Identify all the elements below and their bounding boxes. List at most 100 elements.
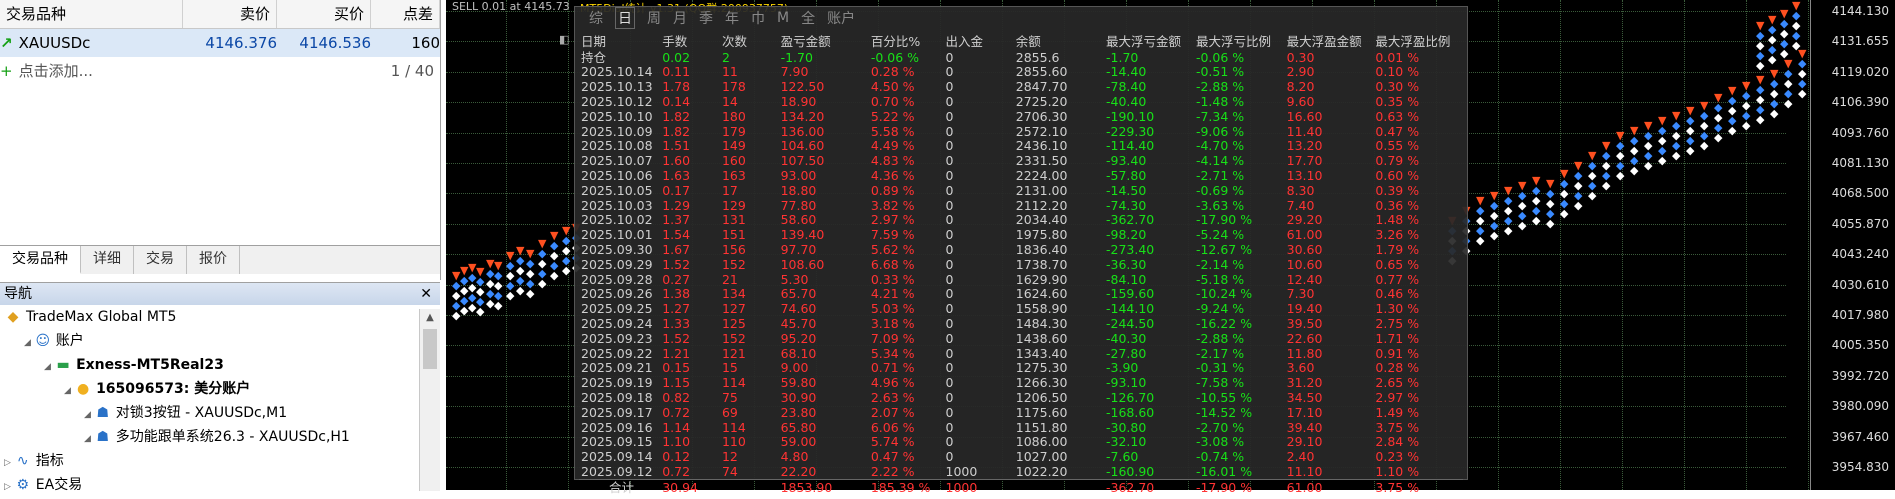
expand-icon[interactable]: ◢ [84,410,94,420]
period-tab[interactable]: 周 [647,8,661,28]
stats-row[interactable]: 2025.09.24 1.33 125 45.70 3.18 % 0 1484.30 -244… [579,317,1463,332]
expand-icon[interactable]: ◢ [64,386,74,396]
stats-cell: -1.48 % [1195,93,1245,109]
stats-row[interactable]: 2025.09.26 1.38 134 65.70 4.21 % 0 1624.60 -159… [579,287,1463,302]
stats-row[interactable]: 2025.10.09 1.82 179 136.00 5.58 % 0 2572.10 -22… [579,124,1463,139]
stats-cell: -273.40 [1106,241,1155,257]
stats-row[interactable]: 2025.09.16 1.14 114 65.80 6.06 % 0 1151.80 -30.… [579,420,1463,435]
stats-cell: 2025.09.16 [581,419,653,435]
stats-row[interactable]: 2025.10.06 1.63 163 93.00 4.36 % 0 2224.00 -57.… [579,169,1463,184]
nav-item[interactable]: ▷ ∿ 指标 [0,449,440,473]
stats-col-header[interactable]: 出入金 [944,31,1014,50]
stats-row[interactable]: 2025.09.19 1.15 114 59.80 4.96 % 0 1266.30 -93.… [579,376,1463,391]
col-spread[interactable]: 点差 [371,0,440,28]
period-tab[interactable]: 账户 [827,8,855,28]
stats-cell: 2572.10 [1015,123,1068,139]
expand-icon[interactable]: ◢ [24,338,34,348]
expand-icon[interactable]: ◢ [84,434,94,444]
stats-row[interactable]: 2025.09.17 0.72 69 23.80 2.07 % 0 1175.60 -168.… [579,405,1463,420]
stats-row[interactable]: 2025.10.02 1.37 131 58.60 2.97 % 0 2034.40 -362… [579,213,1463,228]
stats-row[interactable]: 2025.09.21 0.15 15 9.00 0.71 % 0 1275.30 -3.90 -… [579,361,1463,376]
holding-lots: 0.02 [662,49,691,65]
stats-cell: -9.06 % [1195,123,1245,139]
holding-row[interactable]: 持仓 0.02 2 -1.70 -0.06 % 0 2855.6 -1.70 -0.06 % 0.… [579,50,1463,65]
col-ask[interactable]: 买价 [277,0,371,28]
stats-row[interactable]: 2025.09.23 1.52 152 95.20 7.09 % 0 1438.60 -40.… [579,331,1463,346]
stats-col-header[interactable]: 日期 [579,31,660,50]
tab-ticks[interactable]: 报价 [187,246,240,274]
period-tab[interactable]: 日 [615,7,635,29]
stats-row[interactable]: 2025.09.28 0.27 21 5.30 0.33 % 0 1629.90 -84.10… [579,272,1463,287]
stats-row[interactable]: 2025.09.14 0.12 12 4.80 0.47 % 0 1027.00 -7.60 -… [579,450,1463,465]
scroll-up-icon[interactable]: ▲ [420,309,440,327]
stats-cell: 2025.10.14 [581,64,653,80]
stats-row[interactable]: 2025.10.03 1.29 129 77.80 3.82 % 0 2112.20 -74.… [579,198,1463,213]
stats-cell: 3.60 [1286,360,1315,376]
stats-col-header[interactable]: 百分比% [869,31,944,50]
stats-cell: -84.10 [1106,271,1147,287]
stats-row[interactable]: 2025.10.12 0.14 14 18.90 0.70 % 0 2725.20 -40.4… [579,95,1463,110]
symbol-row[interactable]: ↗ XAUUSDc 4146.376 4146.536 160 [0,29,440,57]
add-symbol-row[interactable]: + 点击添加... 1 / 40 [0,57,440,85]
stats-col-header[interactable]: 最大浮亏金额 [1104,31,1194,50]
period-tab[interactable]: 月 [673,8,687,28]
stats-cell: 1.51 [662,138,691,154]
navigator-scrollbar[interactable]: ▲ [419,309,440,491]
expand-icon[interactable]: ▷ [4,482,14,492]
period-tab[interactable]: 全 [801,8,815,28]
period-tab[interactable]: 年 [725,8,739,28]
stats-cell: -98.20 [1106,227,1147,243]
stats-row[interactable]: 2025.09.12 0.72 74 22.20 2.22 % 1000 1022.20 -1… [579,464,1463,480]
expand-icon[interactable]: ◢ [44,362,54,372]
col-bid[interactable]: 卖价 [183,0,277,28]
stats-row[interactable]: 2025.10.13 1.78 178 122.50 4.50 % 0 2847.70 -78… [579,80,1463,95]
stats-row[interactable]: 2025.10.10 1.82 180 134.20 5.22 % 0 2706.30 -19… [579,109,1463,124]
close-icon[interactable]: ✕ [420,283,432,305]
stats-col-header[interactable]: 最大浮盈金额 [1285,31,1374,50]
trade-marker: ◆ [1630,164,1639,177]
stats-cell: 0 [945,375,954,391]
nav-item[interactable]: ◢ ☺ 账户 [0,329,440,353]
price-axis[interactable]: 4144.130 4131.655 4119.020 4106.390 4093.760… [1810,0,1895,490]
stats-row[interactable]: 2025.09.29 1.52 152 108.60 6.68 % 0 1738.70 -36… [579,257,1463,272]
stats-row[interactable]: 2025.10.08 1.51 149 104.60 4.49 % 0 2436.10 -11… [579,139,1463,154]
nav-item[interactable]: ◢ ☗ 对锁3按钮 - XAUUSDc,M1 [0,401,440,425]
stats-cell: -3.90 [1106,360,1139,376]
nav-item[interactable]: ▷ ⚙ EA交易 [0,473,440,497]
stats-row[interactable]: 2025.09.18 0.82 75 30.90 2.63 % 0 1206.50 -126.… [579,391,1463,406]
nav-item[interactable]: ◢ ☗ 多功能跟单系统26.3 - XAUUSDc,H1 [0,425,440,449]
stats-cell: 1.71 % [1375,330,1420,346]
stats-row[interactable]: 2025.09.25 1.27 127 74.60 5.03 % 0 1558.90 -144… [579,302,1463,317]
period-tab[interactable]: 季 [699,8,713,28]
trade-marker: ◆ [1476,234,1485,247]
nav-item[interactable]: ◆ TradeMax Global MT5 [0,305,440,329]
stats-row[interactable]: 2025.09.15 1.10 110 59.00 5.74 % 0 1086.00 -32.… [579,435,1463,450]
stats-col-header[interactable]: 余额 [1014,31,1104,50]
stats-col-header[interactable]: 最大浮亏比例 [1194,31,1285,50]
tab-trading[interactable]: 交易 [134,246,187,274]
stats-row[interactable]: 2025.10.14 0.11 11 7.90 0.28 % 0 2855.60 -14.40… [579,65,1463,80]
pin-icon[interactable]: ◧ [559,33,569,46]
stats-row[interactable]: 2025.10.07 1.60 160 107.50 4.83 % 0 2331.50 -93… [579,154,1463,169]
stats-col-header[interactable]: 次数 [720,31,779,50]
stats-row[interactable]: 2025.10.01 1.54 151 139.40 7.59 % 0 1975.80 -98… [579,228,1463,243]
period-tab[interactable]: 巾 [751,8,765,28]
nav-item[interactable]: ◢ ▬ Exness-MT5Real23 [0,353,440,377]
stats-cell: 0.28 % [870,64,915,80]
nav-item[interactable]: ◢ ● 165096573: 美分账户 [0,377,440,401]
stats-cell: 0 [945,330,954,346]
scroll-thumb[interactable] [423,329,437,369]
period-tab[interactable]: M [777,10,789,26]
tab-details[interactable]: 详细 [81,246,134,274]
expand-icon[interactable]: ▷ [4,458,14,468]
period-tab[interactable]: 综 [589,8,603,28]
stats-cell: 34.50 [1286,389,1323,405]
stats-row[interactable]: 2025.09.30 1.67 156 97.70 5.62 % 0 1836.40 -273… [579,243,1463,258]
stats-row[interactable]: 2025.09.22 1.21 121 68.10 5.34 % 0 1343.40 -27.… [579,346,1463,361]
stats-row[interactable]: 2025.10.05 0.17 17 18.80 0.89 % 0 2131.00 -14.5… [579,183,1463,198]
stats-col-header[interactable]: 盈亏金额 [779,31,869,50]
stats-col-header[interactable]: 手数 [660,31,720,50]
col-symbol[interactable]: 交易品种 [0,0,183,28]
tab-symbols[interactable]: 交易品种 [0,246,81,274]
stats-col-header[interactable]: 最大浮盈比例 [1373,31,1463,50]
